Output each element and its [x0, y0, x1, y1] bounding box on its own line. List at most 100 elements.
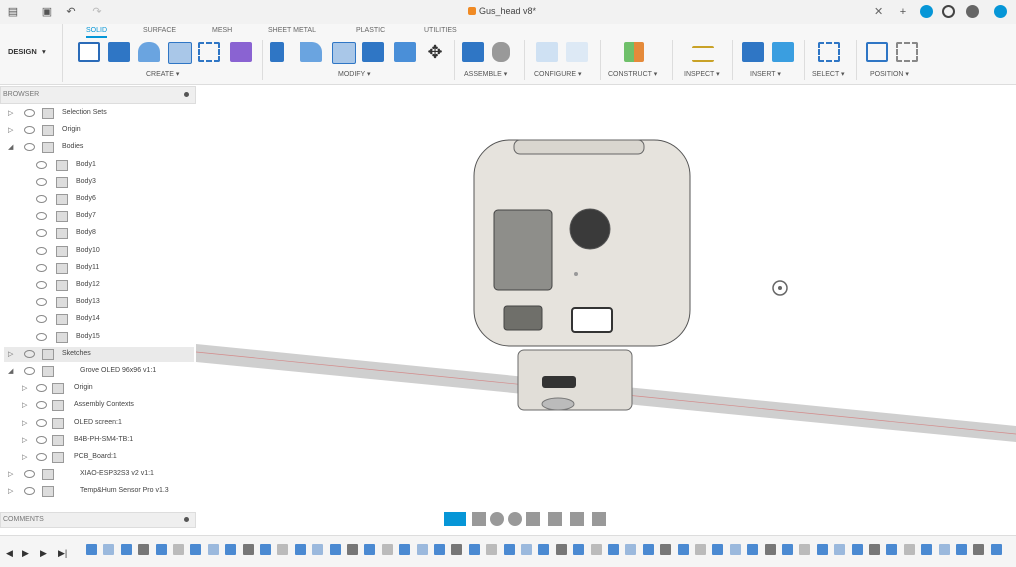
visibility-icon[interactable] [36, 418, 47, 427]
group-modify[interactable]: MODIFY ▾ [338, 70, 371, 78]
body-row[interactable]: Body13 [4, 295, 194, 310]
save-icon[interactable]: ▣ [40, 5, 54, 19]
timeline-feature-icon[interactable] [242, 544, 254, 555]
expand-arrow-icon[interactable]: ▷ [8, 109, 13, 117]
comments-panel[interactable]: COMMENTS [0, 512, 196, 528]
timeline-feature-icon[interactable] [555, 544, 567, 555]
timeline-feature-icon[interactable] [695, 544, 706, 555]
fit-icon[interactable] [526, 512, 540, 526]
visibility-icon[interactable] [36, 177, 47, 186]
tab-sheet-metal[interactable]: SHEET METAL [268, 27, 316, 34]
comments-toggle-icon[interactable] [184, 517, 189, 522]
timeline-feature-icon[interactable] [486, 544, 498, 555]
timeline-feature-icon[interactable] [138, 544, 150, 555]
expand-arrow-icon[interactable]: ▷ [8, 126, 13, 134]
timeline-feature-icon[interactable] [277, 544, 289, 555]
timeline-feature-icon[interactable] [921, 544, 933, 555]
timeline-feature-icon[interactable] [538, 544, 550, 555]
go-to-end-icon[interactable]: ▶| [58, 548, 67, 559]
timeline-feature-icon[interactable] [973, 544, 985, 555]
group-select[interactable]: SELECT ▾ [812, 70, 845, 78]
redo-icon[interactable]: ↷ [90, 5, 104, 19]
timeline-feature-icon[interactable] [225, 544, 237, 555]
select-button[interactable] [818, 42, 840, 62]
visibility-icon[interactable] [24, 349, 35, 358]
body-row[interactable]: Body14 [4, 312, 194, 327]
insert-derive-button[interactable] [742, 42, 764, 62]
timeline-feature-icon[interactable] [729, 544, 741, 555]
revolve-button[interactable] [138, 42, 160, 62]
expand-arrow-icon[interactable]: ◢ [8, 143, 13, 151]
timeline-feature-icon[interactable] [834, 544, 846, 555]
body-row[interactable]: Body11 [4, 261, 194, 276]
configure-button[interactable] [536, 42, 558, 62]
timeline-feature-icon[interactable] [660, 544, 672, 555]
visibility-icon[interactable] [24, 109, 35, 117]
joint-button[interactable] [492, 42, 510, 62]
clock-icon[interactable] [942, 5, 955, 18]
close-icon[interactable]: ✕ [874, 5, 883, 18]
browser-item[interactable]: ▷ OLED screen:1 [4, 416, 194, 431]
group-insert[interactable]: INSERT ▾ [750, 70, 781, 78]
configure-table-button[interactable] [566, 42, 588, 62]
timeline-feature-icon[interactable] [747, 544, 759, 555]
visibility-icon[interactable] [36, 195, 47, 203]
pattern-button[interactable] [198, 42, 220, 62]
visibility-icon[interactable] [36, 453, 47, 461]
display-settings-icon[interactable] [548, 512, 562, 526]
notification-icon[interactable] [920, 5, 933, 18]
browser-item[interactable]: ◢ Bodies [4, 140, 194, 155]
hole-button[interactable] [168, 42, 192, 64]
tab-plastic[interactable]: PLASTIC [356, 27, 385, 34]
viewports-icon[interactable] [592, 512, 606, 526]
body-row[interactable]: Body6 [4, 192, 194, 207]
timeline-feature-icon[interactable] [260, 544, 271, 555]
user-avatar[interactable] [994, 5, 1007, 18]
group-assemble[interactable]: ASSEMBLE ▾ [464, 70, 507, 78]
timeline-feature-icon[interactable] [207, 544, 219, 555]
canvas-viewport[interactable] [195, 86, 1016, 526]
body-row[interactable]: Body10 [4, 244, 194, 259]
browser-item[interactable]: ▷ PCB_Board:1 [4, 450, 194, 465]
expand-arrow-icon[interactable]: ▷ [22, 419, 27, 427]
timeline-feature-icon[interactable] [416, 544, 428, 555]
tab-solid[interactable]: SOLID [86, 27, 108, 38]
timeline-feature-icon[interactable] [347, 544, 358, 555]
timeline-feature-icon[interactable] [712, 544, 724, 555]
timeline-feature-icon[interactable] [434, 544, 445, 555]
timeline-feature-icon[interactable] [799, 544, 811, 555]
play-icon[interactable]: ▶ [22, 548, 29, 559]
orbit-icon[interactable] [444, 512, 466, 526]
visibility-icon[interactable] [36, 212, 47, 221]
create-sketch-button[interactable] [78, 42, 100, 62]
body-row[interactable]: Body8 [4, 226, 194, 241]
timeline-feature-icon[interactable] [869, 544, 880, 555]
group-construct[interactable]: CONSTRUCT ▾ [608, 70, 657, 78]
timeline-feature-icon[interactable] [956, 544, 967, 555]
revert-position-button[interactable] [896, 42, 918, 62]
browser-item[interactable]: ▷ Assembly Contexts [4, 398, 194, 413]
help-icon[interactable] [966, 5, 979, 18]
timeline-feature-icon[interactable] [155, 544, 167, 555]
grid-settings-icon[interactable] [570, 512, 584, 526]
browser-item[interactable]: ▷ Sketches [4, 346, 194, 362]
visibility-icon[interactable] [36, 229, 47, 238]
timeline-feature-icon[interactable] [312, 544, 324, 555]
move-icon[interactable]: ✥ [424, 42, 446, 62]
browser-item[interactable]: ▷ Origin [4, 123, 194, 138]
timeline-feature-icon[interactable] [103, 544, 115, 555]
collapse-icon[interactable] [184, 92, 189, 97]
timeline-feature-icon[interactable] [503, 544, 515, 555]
create-form-button[interactable] [230, 42, 252, 62]
timeline-feature-icon[interactable] [86, 544, 97, 555]
timeline-feature-icon[interactable] [294, 544, 306, 555]
visibility-icon[interactable] [24, 126, 35, 135]
shell-button[interactable] [332, 42, 356, 64]
timeline-feature-icon[interactable] [608, 544, 619, 555]
body-row[interactable]: Body1 [4, 158, 194, 173]
browser-item[interactable]: ◢ Grove OLED 96x96 v1:1 [4, 364, 194, 379]
visibility-icon[interactable] [24, 367, 35, 375]
offset-plane-button[interactable] [624, 42, 644, 62]
timeline-feature-icon[interactable] [190, 544, 202, 555]
timeline-feature-icon[interactable] [903, 544, 915, 555]
